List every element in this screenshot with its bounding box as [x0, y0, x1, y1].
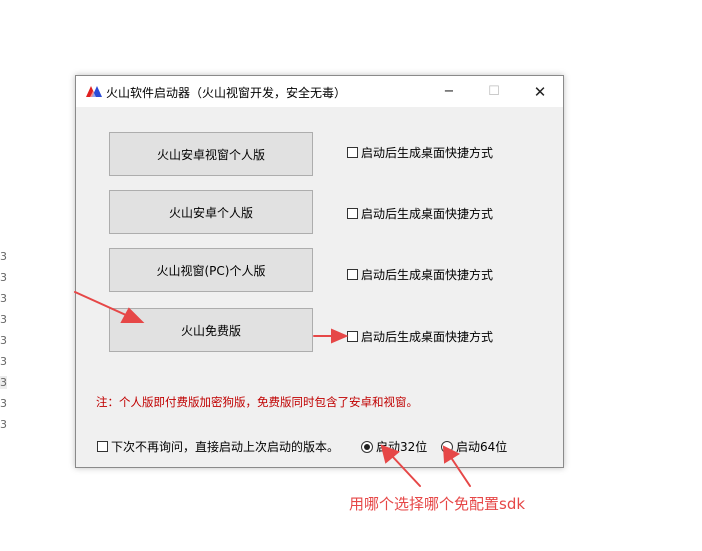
bg-line-mark: 3 — [0, 355, 7, 368]
radio-dot[interactable] — [361, 440, 373, 453]
bg-line-mark: 3 — [0, 250, 7, 263]
checkbox-label: 下次不再询问，直接启动上次启动的版本。 — [111, 440, 340, 454]
bg-line-mark: 3 — [0, 292, 7, 305]
radio-label: 启动64位 — [456, 440, 508, 454]
button-label: 火山安卓视窗个人版 — [156, 147, 265, 162]
checkbox-label: 启动后生成桌面快捷方式 — [361, 146, 494, 160]
maximize-button[interactable]: ☐ — [471, 76, 517, 107]
minimize-button[interactable]: − — [426, 76, 472, 107]
windows-pc-personal-button[interactable]: 火山视窗(PC)个人版 — [109, 248, 313, 292]
radio-label: 启动32位 — [376, 440, 428, 454]
maximize-icon: ☐ — [488, 84, 500, 99]
checkbox-label: 启动后生成桌面快捷方式 — [361, 268, 494, 282]
launch-32bit-radio[interactable]: 启动32位 — [361, 438, 427, 455]
volcano-logo-icon — [86, 86, 102, 97]
title-bar[interactable]: 火山软件启动器（火山视窗开发，安全无毒） − ☐ ✕ — [76, 76, 563, 107]
android-personal-button[interactable]: 火山安卓个人版 — [109, 190, 313, 234]
bg-line-mark: 3 — [0, 418, 7, 431]
bg-line-mark: 3 — [0, 376, 7, 389]
checkbox-box[interactable] — [347, 208, 358, 219]
bg-line-mark: 3 — [0, 271, 7, 284]
android-windows-personal-button[interactable]: 火山安卓视窗个人版 — [109, 132, 313, 176]
window-title: 火山软件启动器（火山视窗开发，安全无毒） — [106, 86, 347, 100]
button-label: 火山安卓个人版 — [168, 205, 253, 220]
annotation-text: 用哪个选择哪个免配置sdk — [349, 495, 526, 513]
dont-ask-again-checkbox[interactable]: 下次不再询问，直接启动上次启动的版本。 — [97, 438, 339, 455]
bg-line-mark: 3 — [0, 334, 7, 347]
shortcut-checkbox-3[interactable]: 启动后生成桌面快捷方式 — [347, 266, 493, 283]
checkbox-box[interactable] — [347, 147, 358, 158]
checkbox-label: 启动后生成桌面快捷方式 — [361, 207, 494, 221]
launch-64bit-radio[interactable]: 启动64位 — [441, 438, 507, 455]
launcher-window: 火山软件启动器（火山视窗开发，安全无毒） − ☐ ✕ 火山安卓视窗个人版 启动后… — [75, 75, 564, 468]
bg-line-mark: 3 — [0, 313, 7, 326]
close-button[interactable]: ✕ — [517, 76, 563, 107]
checkbox-label: 启动后生成桌面快捷方式 — [361, 330, 494, 344]
free-edition-button[interactable]: 火山免费版 — [109, 308, 313, 352]
checkbox-box[interactable] — [347, 331, 358, 342]
license-note: 注：个人版即付费版加密狗版，免费版同时包含了安卓和视窗。 — [96, 395, 418, 409]
minimize-icon: − — [443, 84, 455, 99]
checkbox-box[interactable] — [97, 441, 108, 452]
button-label: 火山免费版 — [180, 323, 241, 338]
shortcut-checkbox-2[interactable]: 启动后生成桌面快捷方式 — [347, 205, 493, 222]
radio-dot[interactable] — [441, 440, 453, 453]
button-label: 火山视窗(PC)个人版 — [156, 263, 266, 278]
checkbox-box[interactable] — [347, 269, 358, 280]
close-icon: ✕ — [533, 82, 547, 101]
bg-line-mark: 3 — [0, 397, 7, 410]
shortcut-checkbox-1[interactable]: 启动后生成桌面快捷方式 — [347, 144, 493, 161]
shortcut-checkbox-4[interactable]: 启动后生成桌面快捷方式 — [347, 328, 493, 345]
